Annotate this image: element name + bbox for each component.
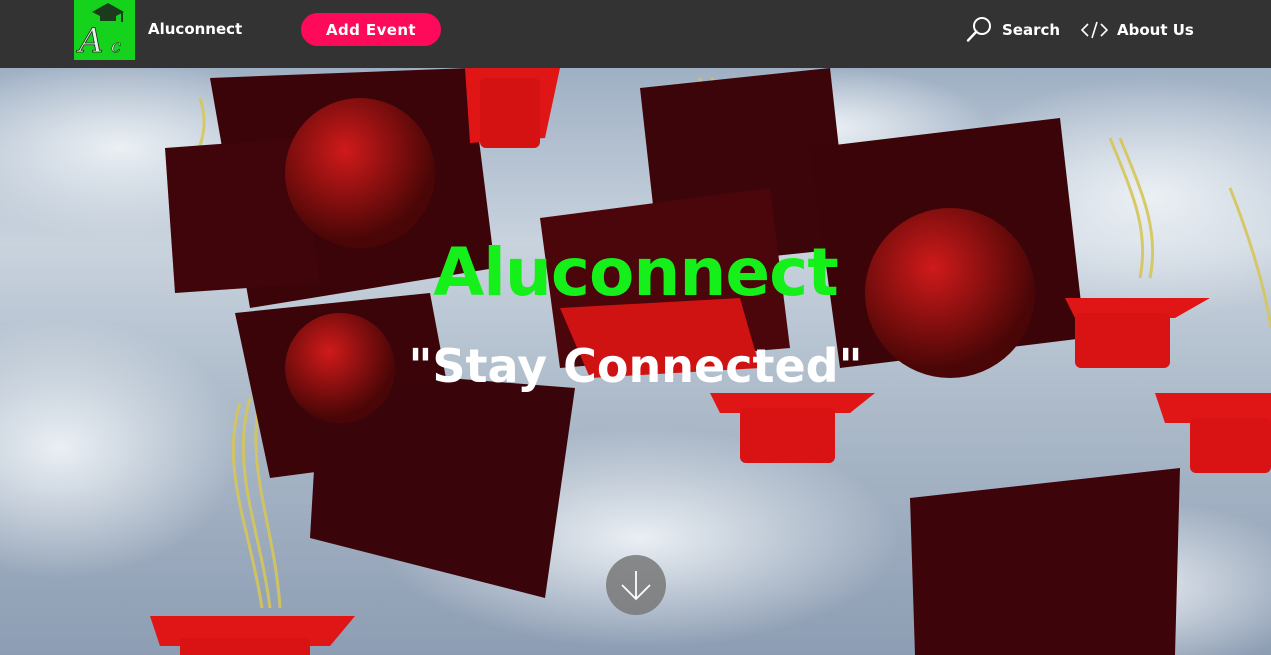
nav-link-about-us-label: About Us (1117, 21, 1194, 39)
svg-text:A: A (76, 21, 104, 60)
hero-title: Aluconnect (433, 234, 839, 311)
nav-link-search-label: Search (1002, 21, 1061, 39)
add-event-button[interactable]: Add Event (301, 13, 441, 46)
brand-name[interactable]: Aluconnect (148, 19, 242, 39)
scroll-down-button[interactable] (606, 555, 666, 615)
hero-tagline: "Stay Connected" (408, 339, 863, 393)
hero-section: Aluconnect "Stay Connected" (0, 68, 1271, 655)
arrow-down-icon (621, 571, 651, 601)
code-icon (1081, 20, 1108, 40)
navbar: A c Aluconnect Add Event Search About Us (0, 0, 1271, 68)
logo-graduation-icon: A c (74, 0, 135, 60)
nav-link-search[interactable]: Search (965, 17, 1060, 43)
logo[interactable]: A c (74, 0, 135, 60)
search-icon (965, 16, 993, 44)
svg-text:c: c (111, 36, 121, 57)
nav-link-about-us[interactable]: About Us (1081, 17, 1194, 43)
